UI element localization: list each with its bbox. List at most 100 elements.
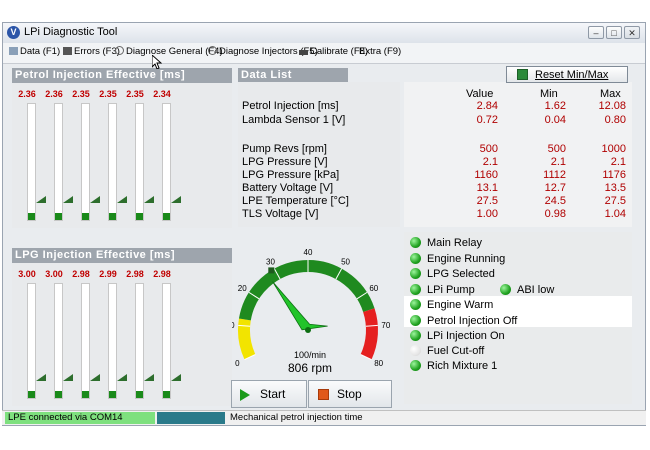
gauge-needle [272, 281, 328, 331]
value-cell-value: 2.1 [482, 156, 498, 168]
menu-calibrate[interactable]: Calibrate (F8) [299, 46, 368, 57]
injector-value: 2.98 [126, 269, 144, 279]
menu-diagnose-general[interactable]: Diagnose General (F4) [115, 46, 223, 57]
status-label: Fuel Cut-off [427, 345, 485, 357]
calibrate-icon [299, 50, 308, 55]
gauge-readout: 806 rpm [287, 361, 333, 375]
injector-value: 2.36 [18, 89, 36, 99]
reset-icon [517, 69, 528, 80]
data-list-row: Pump Revs [rpm] [242, 143, 327, 155]
value-cell-min: 24.5 [544, 195, 566, 207]
status-item: LPG Selected [410, 268, 495, 280]
value-cell-min: 0.04 [544, 114, 566, 126]
injector-value: 2.99 [99, 269, 117, 279]
gauge-tick-label: 20 [238, 284, 247, 293]
menu-data[interactable]: Data (F1) [9, 46, 60, 57]
injector-value: 2.35 [72, 89, 90, 99]
value-cell-max: 1.04 [604, 208, 626, 220]
value-cell-max: 27.5 [604, 195, 626, 207]
injector-bar [162, 103, 181, 221]
injector-bar-fill [28, 391, 35, 398]
status-label: Main Relay [427, 237, 483, 249]
reset-min-max-button[interactable]: Reset Min/Max [506, 66, 628, 83]
errors-icon [63, 47, 72, 55]
injector-value: 3.00 [45, 269, 63, 279]
value-cell-value: 1.00 [476, 208, 498, 220]
status-led-on-icon [410, 268, 421, 279]
injector-bar [108, 103, 127, 221]
injector-bar-fill [82, 213, 89, 220]
menu-bar: Data (F1) Errors (F3) Diagnose General (… [3, 43, 645, 64]
menu-errors[interactable]: Errors (F3) [63, 46, 120, 57]
gauge-tick-label: 0 [235, 359, 240, 368]
gauge-tick-label: 30 [266, 258, 275, 267]
connection-status: LPE connected via COM14 [5, 412, 155, 424]
petrol-injection-title: Petrol Injection Effective [ms] [12, 68, 232, 83]
injector-marker [36, 374, 46, 381]
injector-marker [117, 374, 127, 381]
data-list-row: Battery Voltage [V] [242, 182, 334, 194]
value-header: Value [466, 88, 494, 100]
injector-bar-fill [136, 391, 143, 398]
gauge-green-zone [238, 260, 375, 321]
injector-bar [81, 103, 100, 221]
progress-segment [157, 412, 225, 424]
value-cell-max: 1000 [601, 143, 626, 155]
value-cell-value: 13.1 [476, 182, 498, 194]
petrol-injection-panel [12, 83, 232, 228]
injector-value: 2.34 [153, 89, 171, 99]
value-cell-min: 2.1 [550, 156, 566, 168]
injector-value: 2.98 [153, 269, 171, 279]
menu-extra[interactable]: Extra (F9) [359, 46, 401, 57]
injector-marker [63, 374, 73, 381]
status-led-on-icon [410, 330, 421, 341]
mouse-cursor-icon [152, 55, 162, 69]
value-cell-value: 27.5 [476, 195, 498, 207]
data-list-row: LPE Temperature [°C] [242, 195, 349, 207]
status-item: Fuel Cut-off [410, 345, 484, 357]
minimize-button[interactable]: – [588, 26, 604, 39]
injector-bar [54, 283, 73, 399]
injector-bar [27, 283, 46, 399]
gauge-hub [305, 327, 311, 333]
start-button[interactable]: Start [231, 380, 307, 408]
play-icon [240, 389, 250, 401]
close-button[interactable]: ✕ [624, 26, 640, 39]
injector-bar-fill [163, 391, 170, 398]
status-led-on-icon [410, 253, 421, 264]
data-icon [9, 47, 18, 55]
stop-button[interactable]: Stop [308, 380, 392, 408]
injector-bar-fill [109, 391, 116, 398]
min-header: Min [540, 88, 558, 100]
injector-marker [117, 196, 127, 203]
status-led-off-icon [410, 345, 421, 356]
injector-marker [144, 196, 154, 203]
gauge-unit: 100/min [293, 350, 327, 360]
status-label: Petrol Injection Off [427, 315, 518, 327]
injector-marker [171, 196, 181, 203]
value-cell-max: 13.5 [604, 182, 626, 194]
maximize-button[interactable]: □ [606, 26, 622, 39]
gauge-max-marker [268, 267, 275, 274]
value-cell-max: 1176 [602, 169, 626, 181]
value-cell-max: 2.1 [610, 156, 626, 168]
value-cell-min: 12.7 [544, 182, 566, 194]
data-list-row: LPG Pressure [V] [242, 156, 328, 168]
injector-bar-fill [55, 391, 62, 398]
lpg-injection-title: LPG Injection Effective [ms] [12, 248, 232, 263]
data-list-row: LPG Pressure [kPa] [242, 169, 340, 181]
status-led-on-icon [410, 237, 421, 248]
injector-bar [54, 103, 73, 221]
injector-bar [162, 283, 181, 399]
status-led-on-icon [410, 360, 421, 371]
status-item: Engine Running [410, 253, 505, 265]
stethoscope-icon [208, 46, 217, 55]
injector-bar-fill [82, 391, 89, 398]
status-item: LPi Pump [410, 284, 475, 296]
injector-bar-fill [163, 213, 170, 220]
status-led-on-icon [500, 284, 511, 295]
value-cell-max: 12.08 [598, 100, 626, 112]
status-item: Petrol Injection Off [410, 315, 517, 327]
status-item: Engine Warm [410, 299, 493, 311]
injector-bar [108, 283, 127, 399]
